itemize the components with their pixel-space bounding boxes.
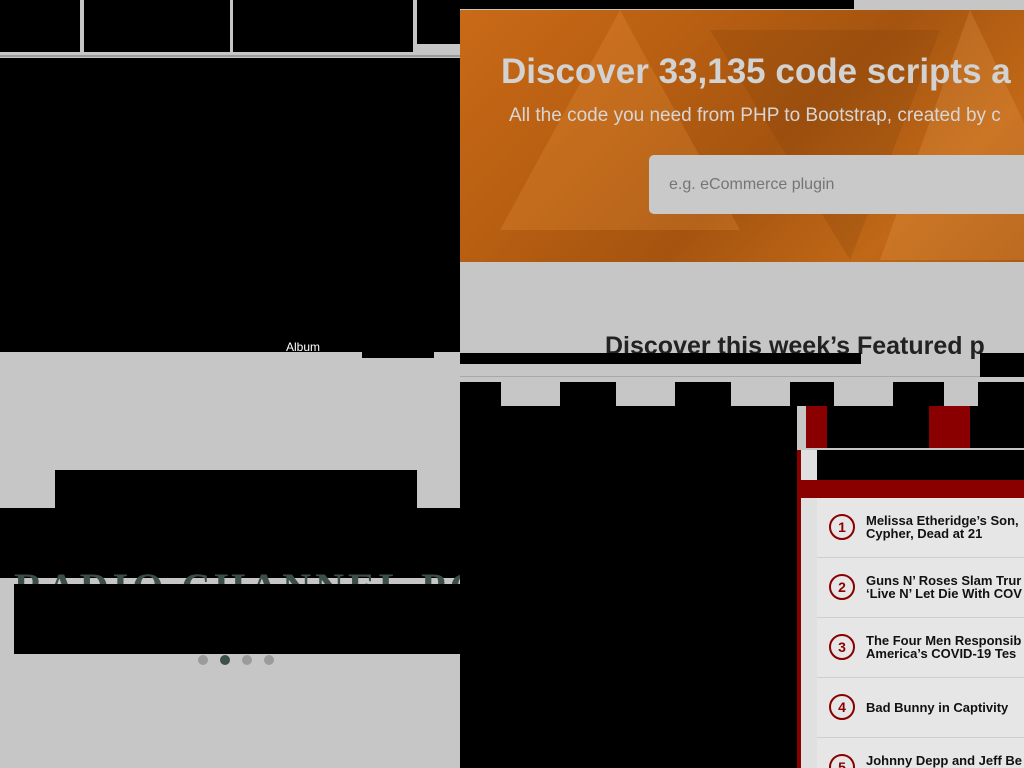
nav-tab-5[interactable]	[893, 382, 944, 406]
redacted-bar	[460, 353, 861, 364]
nav-tab-3[interactable]	[675, 382, 731, 406]
redacted-right-block	[970, 406, 1024, 448]
trending-item-5[interactable]: 5 Johnny Depp and Jeff Be Through John L…	[817, 738, 1024, 768]
redacted-small-block	[362, 340, 434, 358]
carousel-dot-3[interactable]	[242, 655, 252, 665]
red-block-1	[806, 406, 827, 448]
toolbar-divider	[0, 55, 460, 57]
trending-item-4[interactable]: 4 Bad Bunny in Captivity	[817, 678, 1024, 738]
redacted-card-top	[55, 470, 417, 510]
hero-banner: Discover 33,135 code scripts a All the c…	[460, 10, 1024, 262]
hero-title: Discover 33,135 code scripts a	[501, 52, 1011, 91]
trending-title[interactable]: The Four Men Responsib America’s COVID-1…	[866, 634, 1024, 660]
toolbar-block-2[interactable]	[84, 0, 230, 52]
redacted-mid-block	[827, 406, 929, 448]
hero-pattern	[880, 10, 1024, 260]
trending-item-3[interactable]: 3 The Four Men Responsib America’s COVID…	[817, 618, 1024, 678]
album-label: Album	[286, 340, 321, 354]
redacted-corner	[980, 353, 1024, 377]
toolbar-block-1[interactable]	[0, 0, 80, 52]
trending-rank: 1	[829, 514, 855, 540]
trending-item-1[interactable]: 1 Melissa Etheridge’s Son, Cypher, Dead …	[817, 498, 1024, 558]
red-block-2	[929, 406, 970, 448]
nav-tab-4[interactable]	[790, 382, 834, 406]
carousel-dot-1[interactable]	[198, 655, 208, 665]
redacted-panel-header	[817, 450, 1024, 482]
trending-list: 1 Melissa Etheridge’s Son, Cypher, Dead …	[817, 498, 1024, 768]
trending-rank: 4	[829, 694, 855, 720]
trending-rank: 2	[829, 574, 855, 600]
section-divider	[460, 376, 980, 377]
right-browser-window: Discover 33,135 code scripts a All the c…	[460, 0, 1024, 768]
redacted-left-content	[460, 406, 797, 768]
redacted-top-strip	[460, 0, 854, 9]
trending-item-2[interactable]: 2 Guns N’ Roses Slam Trur ‘Live N’ Let D…	[817, 558, 1024, 618]
carousel-dot-2[interactable]	[220, 655, 230, 665]
left-browser-window: Album RADIO CHANNEL PODCAST	[0, 0, 460, 768]
trending-rank: 5	[829, 754, 855, 768]
trending-rank: 3	[829, 634, 855, 660]
trending-panel-header	[801, 480, 1024, 498]
nav-tab-1[interactable]	[460, 382, 501, 406]
toolbar-block-4[interactable]	[417, 0, 460, 44]
carousel-dot-4[interactable]	[264, 655, 274, 665]
nav-tab-6[interactable]	[978, 382, 1024, 406]
trending-panel: 1 Melissa Etheridge’s Son, Cypher, Dead …	[797, 450, 1024, 768]
hero-subtitle: All the code you need from PHP to Bootst…	[509, 105, 1001, 126]
redacted-card-bottom	[14, 584, 460, 654]
toolbar-block-3[interactable]	[233, 0, 413, 52]
search-input[interactable]	[649, 155, 1024, 214]
redacted-hero-block	[0, 58, 460, 352]
trending-title[interactable]: Guns N’ Roses Slam Trur ‘Live N’ Let Die…	[866, 574, 1024, 600]
nav-tab-2[interactable]	[560, 382, 616, 406]
trending-title[interactable]: Johnny Depp and Jeff Be Through John Len…	[866, 754, 1024, 768]
trending-title[interactable]: Bad Bunny in Captivity	[866, 701, 1024, 714]
trending-title[interactable]: Melissa Etheridge’s Son, Cypher, Dead at…	[866, 514, 1024, 540]
